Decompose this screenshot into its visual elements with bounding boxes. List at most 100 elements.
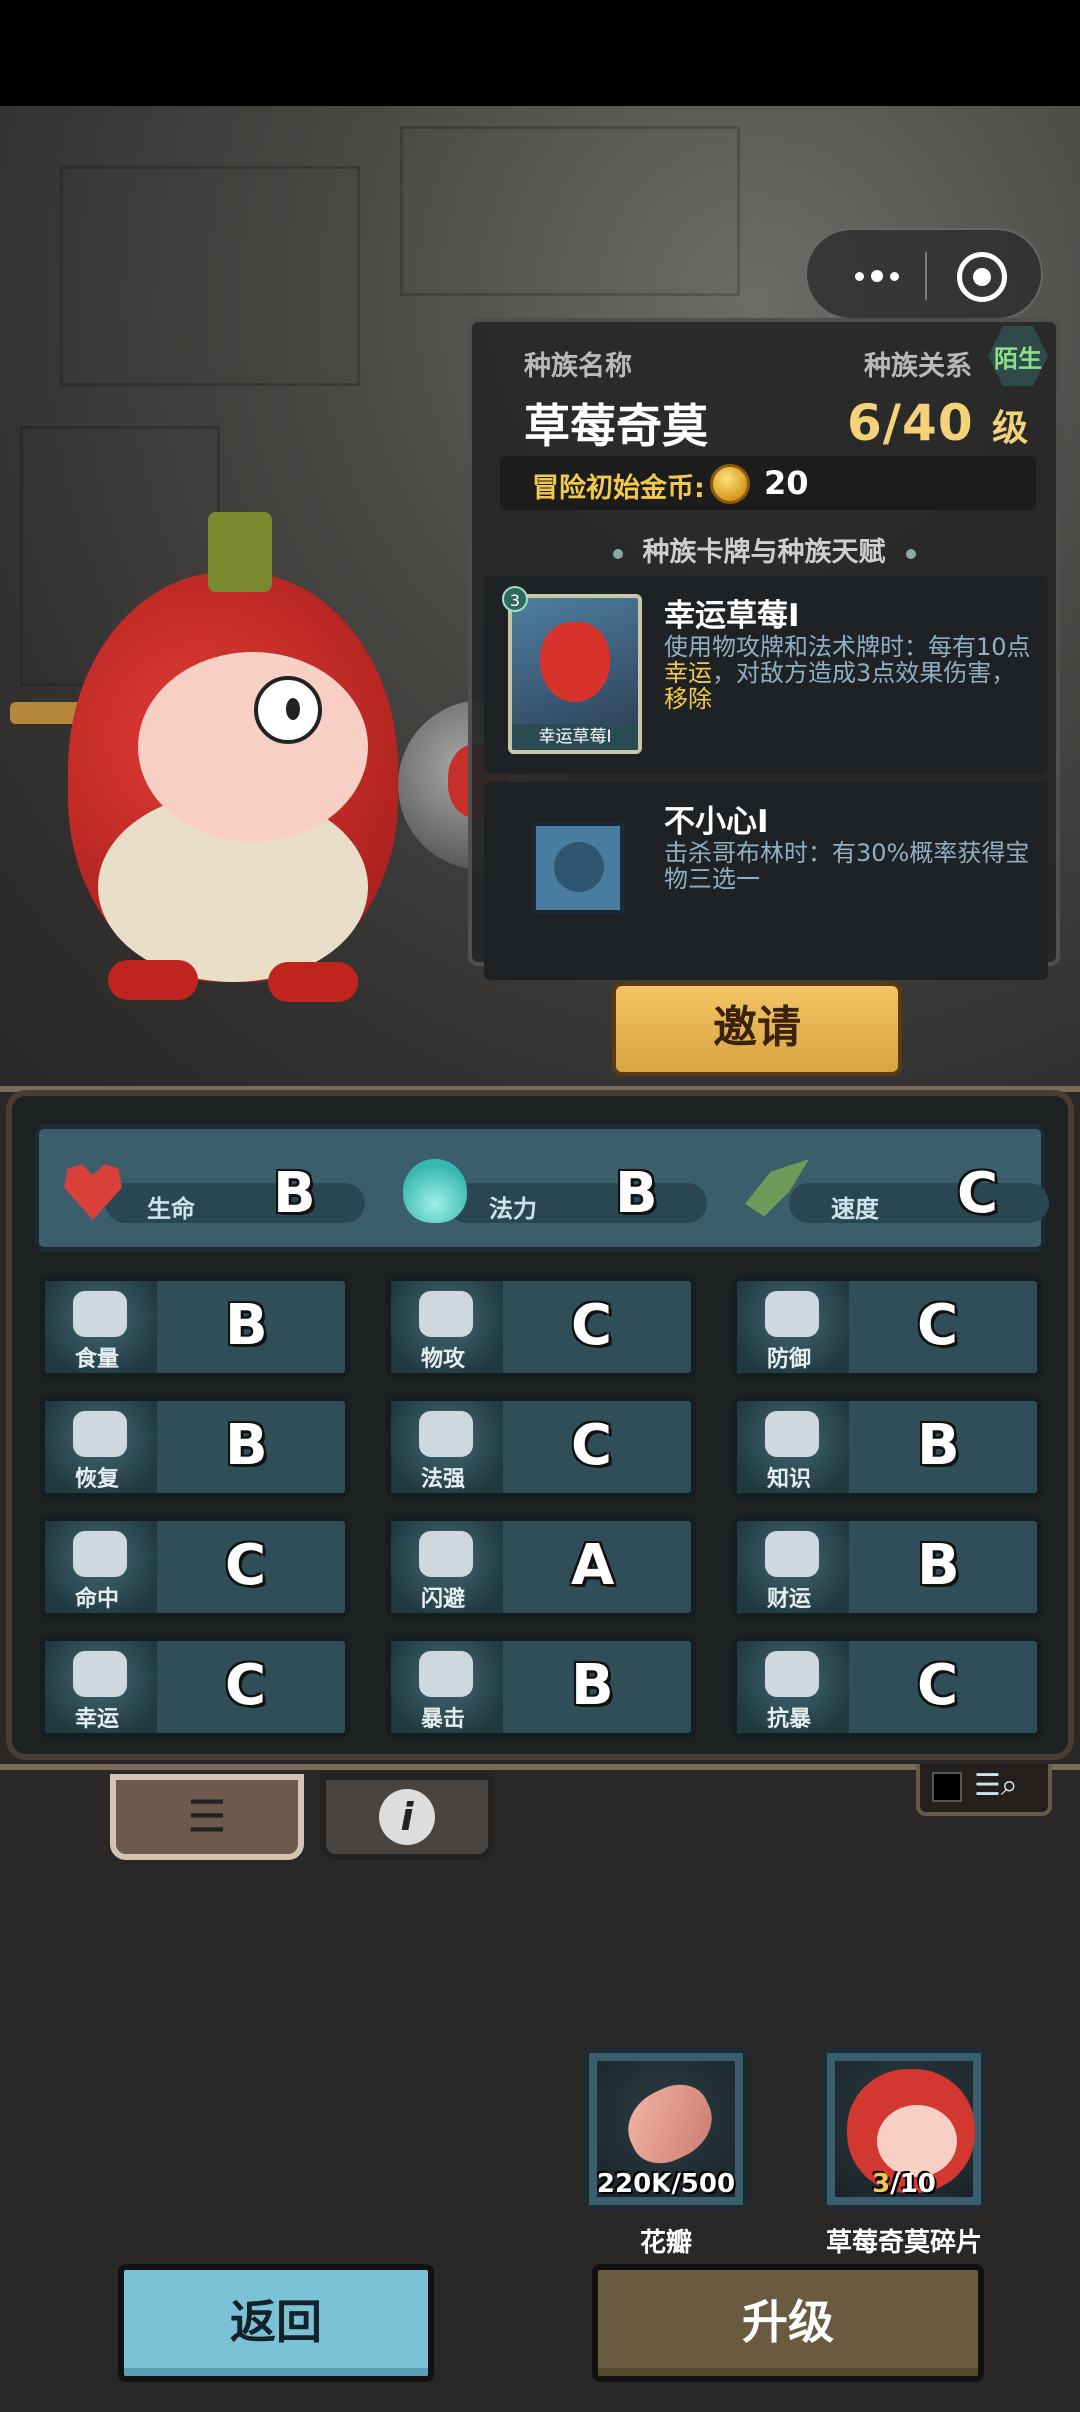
stat-grade: C: [571, 1293, 613, 1358]
character-eye: [254, 676, 322, 744]
stat-name: 法强: [421, 1467, 466, 1492]
stat-grade: C: [917, 1653, 959, 1718]
stat-crit-resist: 抗暴 C: [732, 1636, 1042, 1738]
main-stat-name: 法力: [489, 1195, 537, 1223]
main-stat-grade: B: [615, 1161, 658, 1226]
stat-name: 命中: [75, 1587, 120, 1612]
stat-food: 食量 B: [40, 1276, 350, 1378]
clover-icon: [73, 1651, 127, 1697]
race-card-name: 幸运草莓I: [664, 598, 800, 634]
starting-gold-label: 冒险初始金币:: [532, 473, 705, 504]
relation-value: 陌生: [994, 344, 1042, 373]
race-card[interactable]: 幸运草莓I 3 幸运草莓I 使用物攻牌和法术牌时：每有10点幸运，对敌方造成3点…: [484, 576, 1048, 774]
stat-grade: B: [571, 1653, 614, 1718]
stat-grade: B: [917, 1413, 960, 1478]
race-talent-name: 不小心I: [664, 804, 769, 840]
stat-dodge: 闪避 A: [386, 1516, 696, 1618]
shield-wing-icon: [765, 1651, 819, 1697]
stat-name: 恢复: [75, 1467, 120, 1492]
stat-name: 知识: [767, 1467, 812, 1492]
list-icon: ☰: [187, 1791, 227, 1843]
stone-block: [400, 126, 740, 296]
race-level: 6/40 级: [847, 394, 1029, 452]
main-stat-life: 生命 B: [49, 1145, 369, 1241]
main-stat-speed: 速度 C: [733, 1145, 1053, 1241]
crit-sword-icon: [419, 1651, 473, 1697]
book-icon: [765, 1411, 819, 1457]
stat-grade: C: [571, 1413, 613, 1478]
upgrade-button[interactable]: 升级: [592, 2264, 984, 2382]
stat-accuracy: 命中 C: [40, 1516, 350, 1618]
stat-grade: C: [225, 1533, 267, 1598]
stat-grade: C: [917, 1293, 959, 1358]
game-screen: 种族名称 种族关系 陌生 草莓奇莫 6/40 级 冒险初始金币: 20 种族卡牌…: [0, 0, 1080, 2412]
race-card-caption: 幸运草莓I: [512, 724, 638, 750]
armor-icon: [765, 1291, 819, 1337]
status-bar: [0, 0, 1080, 106]
stat-magic-power: 法强 C: [386, 1396, 696, 1498]
sword-icon: [419, 1291, 473, 1337]
race-name-label: 种族名称: [524, 351, 632, 382]
race-talent-description: 击杀哥布林时：有30%概率获得宝物三选一: [664, 839, 1030, 893]
tab-info[interactable]: i: [320, 1774, 494, 1860]
resource-petal[interactable]: 220K/500: [584, 2048, 748, 2210]
character-shoe: [108, 960, 198, 1000]
capsule-divider: [925, 252, 927, 300]
stat-fortune: 财运 B: [732, 1516, 1042, 1618]
mini-program-capsule: [805, 228, 1043, 320]
race-card-description: 使用物攻牌和法术牌时：每有10点幸运，对敌方造成3点效果伤害，移除: [664, 633, 1031, 713]
resource-label: 草莓奇莫碎片: [825, 2228, 982, 2258]
race-talent[interactable]: 不小心I 击杀哥布林时：有30%概率获得宝物三选一: [484, 782, 1048, 980]
back-button[interactable]: 返回: [118, 2264, 434, 2382]
stat-name: 财运: [767, 1587, 812, 1612]
stat-name: 物攻: [421, 1347, 466, 1372]
stat-grade: A: [571, 1533, 615, 1598]
stomach-icon: [73, 1291, 127, 1337]
character-stem: [208, 512, 272, 592]
stat-name: 防御: [767, 1347, 812, 1372]
tab-list[interactable]: ☰: [110, 1774, 304, 1860]
resource-label: 花瓣: [639, 2228, 692, 2258]
section-title: 种族卡牌与种族天赋: [472, 530, 1056, 569]
stat-grade: B: [225, 1413, 268, 1478]
resource-fragment[interactable]: 3/10: [822, 2048, 986, 2210]
stat-name: 食量: [75, 1347, 120, 1372]
stat-recovery: 恢复 B: [40, 1396, 350, 1498]
stat-defense: 防御 C: [732, 1276, 1042, 1378]
dodge-arrows-icon: [419, 1531, 473, 1577]
stat-name: 闪避: [421, 1587, 466, 1612]
info-icon: i: [379, 1789, 435, 1845]
invite-button[interactable]: 邀请: [612, 982, 902, 1076]
talent-icon: [532, 822, 624, 914]
strawberry-character: [10, 512, 418, 1012]
heart-plus-icon: [73, 1411, 127, 1457]
resource-count: 220K/500: [596, 2169, 736, 2199]
target-icon: [73, 1531, 127, 1577]
stat-grade: B: [917, 1533, 960, 1598]
target-circle-icon[interactable]: [957, 252, 1007, 302]
sort-filter-button[interactable]: ☰⌕: [916, 1764, 1052, 1816]
more-dots-icon[interactable]: [837, 256, 917, 296]
stat-critical: 暴击 B: [386, 1636, 696, 1738]
character-shoe: [268, 962, 358, 1002]
stat-name: 幸运: [75, 1707, 120, 1732]
gold-coin-icon: [710, 464, 750, 504]
relation-badge: 陌生: [988, 326, 1048, 386]
main-stat-mana: 法力 B: [391, 1145, 711, 1241]
main-stats-bar: 生命 B 法力 B 速度 C: [34, 1124, 1049, 1252]
race-name: 草莓奇莫: [524, 399, 708, 453]
strawberry-card-icon: [540, 622, 610, 702]
starting-gold-bar: 冒险初始金币: 20: [500, 456, 1036, 510]
stat-luck: 幸运 C: [40, 1636, 350, 1738]
stone-block: [60, 166, 360, 386]
toggle-square-icon[interactable]: [932, 1772, 962, 1802]
main-stat-grade: B: [273, 1161, 316, 1226]
staff-icon: [419, 1411, 473, 1457]
starting-gold-value: 20: [764, 464, 809, 502]
main-stat-name: 生命: [147, 1195, 195, 1223]
search-list-icon: ☰⌕: [974, 1768, 1018, 1803]
race-info-panel: 种族名称 种族关系 陌生 草莓奇莫 6/40 级 冒险初始金币: 20 种族卡牌…: [468, 318, 1060, 980]
race-relation-label: 种族关系: [864, 351, 972, 382]
level-unit: 级: [992, 408, 1030, 449]
petal-icon: [616, 2074, 724, 2174]
